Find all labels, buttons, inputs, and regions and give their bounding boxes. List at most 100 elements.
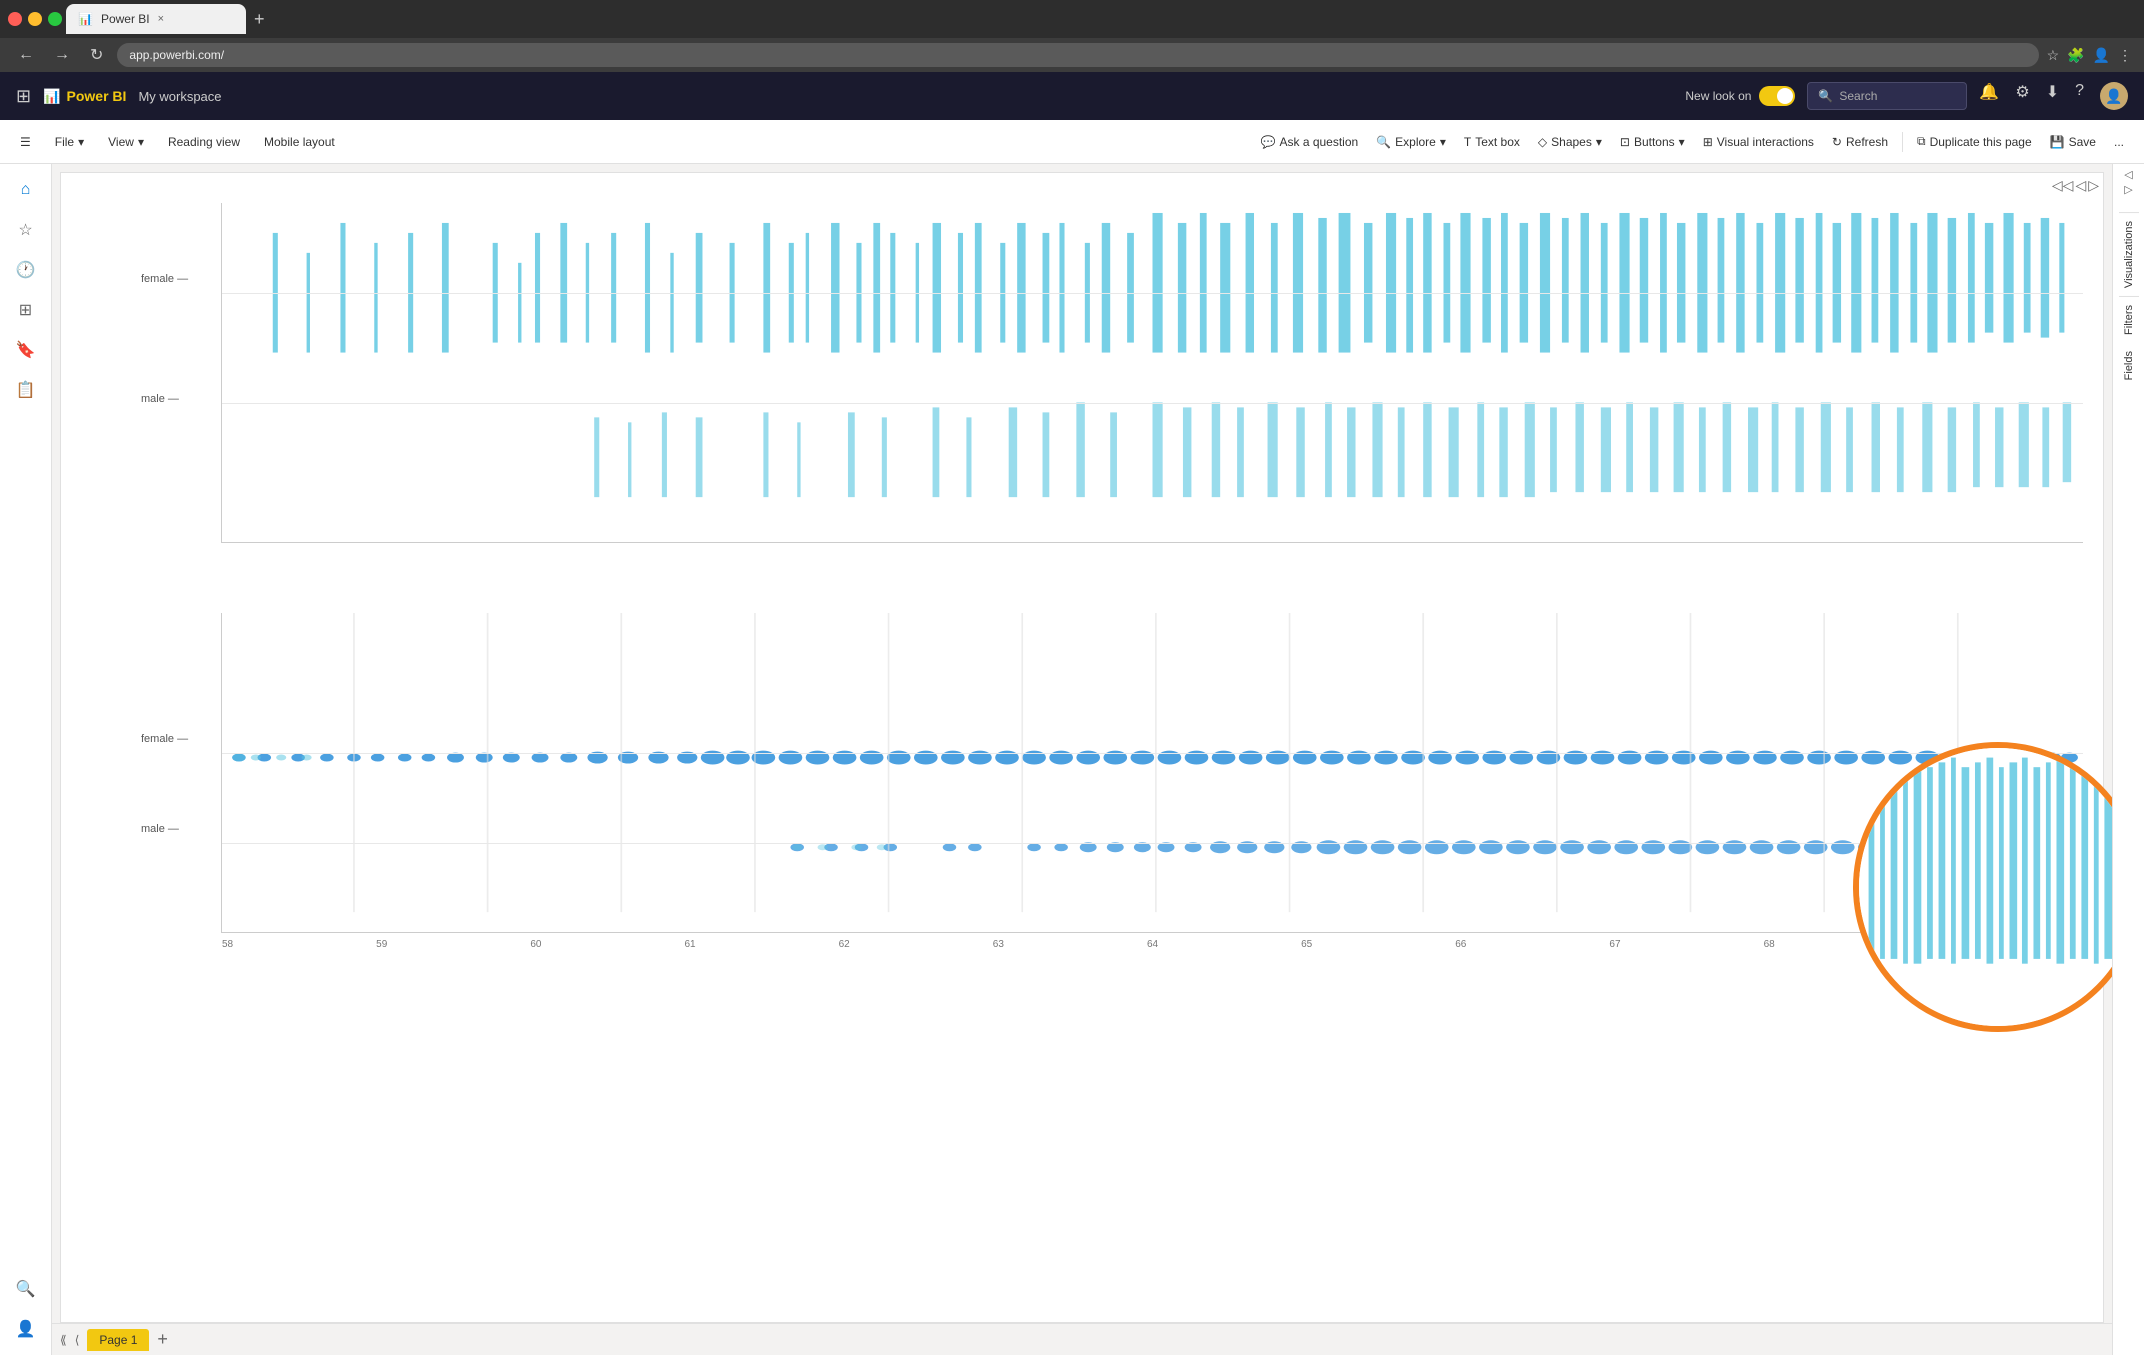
shapes-label: Shapes [1551, 135, 1592, 149]
notifications-icon[interactable]: 🔔 [1979, 82, 1999, 110]
more-options-icon[interactable]: ⋮ [2118, 47, 2132, 64]
active-tab[interactable]: 📊 Power BI × [66, 4, 246, 34]
panel-nav-right[interactable]: ▷ [2124, 183, 2132, 196]
bottom-x-label-68: 68 [1764, 939, 1775, 950]
user-avatar[interactable]: 👤 [2100, 82, 2128, 110]
search-icon: 🔍 [1818, 89, 1833, 103]
sidebar-item-favorites[interactable]: ☆ [8, 212, 44, 248]
tab-favicon: 📊 [78, 12, 93, 26]
new-tab-button[interactable]: + [250, 5, 269, 34]
learn-icon: 🔖 [16, 340, 36, 360]
search-placeholder: Search [1839, 89, 1877, 103]
hamburger-icon: ☰ [20, 135, 31, 149]
new-look-switch[interactable] [1759, 86, 1795, 106]
toolbar: ☰ File ▾ View ▾ Reading view Mobile layo… [0, 120, 2144, 164]
sidebar-item-home[interactable]: ⌂ [8, 172, 44, 208]
visualizations-tab[interactable]: Visualizations [2119, 212, 2139, 296]
visual-interactions-label: Visual interactions [1717, 135, 1814, 149]
page-nav-first[interactable]: ⟪ [60, 1333, 67, 1347]
text-box-icon: T [1464, 135, 1471, 149]
bottom-x-label-65: 65 [1301, 939, 1312, 950]
sidebar-item-apps[interactable]: ⊞ [8, 292, 44, 328]
ask-question-icon: 💬 [1261, 135, 1276, 149]
toolbar-divider [1902, 132, 1903, 152]
reading-view-button[interactable]: Reading view [160, 131, 248, 153]
view-label: View [108, 135, 134, 149]
sidebar-item-recent[interactable]: 🕐 [8, 252, 44, 288]
shapes-button[interactable]: ◇ Shapes ▾ [1530, 131, 1610, 153]
traffic-light-red[interactable] [8, 12, 22, 26]
nav-arrow-left[interactable]: ◁ [2075, 177, 2086, 194]
page-nav-prev[interactable]: ⟨ [75, 1333, 80, 1347]
canvas-nav-arrows: ◁◁ ◁ ▷ [2052, 177, 2099, 194]
refresh-button[interactable]: ↻ Refresh [1824, 131, 1896, 153]
top-chart: female — male — [141, 193, 2083, 573]
powerbi-icon: 📊 [43, 88, 60, 105]
duplicate-page-button[interactable]: ⧉ Duplicate this page [1909, 130, 2040, 153]
workspace-label[interactable]: My workspace [138, 89, 221, 104]
extension-icon-1[interactable]: 🧩 [2067, 47, 2084, 64]
bottom-grid-line-2 [222, 843, 2083, 844]
nav-arrow-right[interactable]: ▷ [2088, 177, 2099, 194]
waffle-menu-icon[interactable]: ⊞ [16, 86, 31, 107]
page-tab-1[interactable]: Page 1 [87, 1329, 149, 1351]
top-chart-svg [222, 203, 2083, 542]
more-options-button[interactable]: ... [2106, 131, 2132, 153]
bookmark-icon[interactable]: ☆ [2047, 47, 2060, 64]
toolbar-right: 💬 Ask a question 🔍 Explore ▾ T Text box … [1253, 130, 2132, 153]
bottom-chart-x-axis: 58 59 60 61 62 63 64 65 66 67 68 69 70 [222, 939, 2083, 950]
file-menu[interactable]: File ▾ [47, 131, 92, 153]
sidebar-search-icon: 🔍 [16, 1279, 36, 1299]
download-icon[interactable]: ⬇ [2046, 82, 2059, 110]
duplicate-icon: ⧉ [1917, 134, 1926, 149]
bottom-x-label-67: 67 [1609, 939, 1620, 950]
sidebar-item-learn[interactable]: 🔖 [8, 332, 44, 368]
mobile-layout-button[interactable]: Mobile layout [256, 131, 343, 153]
sidebar-item-user[interactable]: 👤 [8, 1311, 44, 1347]
home-icon: ⌂ [21, 181, 31, 199]
buttons-icon: ⊡ [1620, 135, 1630, 149]
bottom-grid-line-1 [222, 753, 2083, 754]
sidebar-item-workspaces[interactable]: 📋 [8, 372, 44, 408]
text-box-button[interactable]: T Text box [1456, 131, 1528, 153]
settings-icon[interactable]: ⚙ [2015, 82, 2029, 110]
save-button[interactable]: 💾 Save [2042, 131, 2104, 153]
buttons-chevron-icon: ▾ [1679, 135, 1685, 149]
top-chart-area: 58 59 60 61 62 63 64 65 66 67 68 69 70 7… [221, 203, 2083, 543]
explore-button[interactable]: 🔍 Explore ▾ [1368, 131, 1454, 153]
add-page-button[interactable]: + [157, 1329, 168, 1350]
tab-close-button[interactable]: × [158, 13, 164, 25]
grid-line-1 [222, 293, 2083, 294]
buttons-menu[interactable]: ⊡ Buttons ▾ [1612, 131, 1693, 153]
panel-nav-left[interactable]: ◁ [2124, 168, 2132, 181]
tab-title: Power BI [101, 12, 150, 26]
magnifier-svg [1859, 748, 2112, 1026]
ask-question-button[interactable]: 💬 Ask a question [1253, 131, 1367, 153]
view-menu[interactable]: View ▾ [100, 131, 152, 153]
right-panel: ◁ ▷ Visualizations Filters Fields [2112, 164, 2144, 1355]
sidebar-item-search[interactable]: 🔍 [8, 1271, 44, 1307]
top-chart-female-label: female — [141, 273, 188, 285]
traffic-light-green[interactable] [48, 12, 62, 26]
hamburger-button[interactable]: ☰ [12, 131, 39, 153]
help-icon[interactable]: ? [2075, 82, 2084, 110]
filters-tab[interactable]: Filters [2119, 296, 2139, 343]
bottom-x-label-62: 62 [839, 939, 850, 950]
app-bar-icons: 🔔 ⚙ ⬇ ? 👤 [1979, 82, 2128, 110]
view-chevron-icon: ▾ [138, 135, 144, 149]
shapes-chevron-icon: ▾ [1596, 135, 1602, 149]
traffic-light-yellow[interactable] [28, 12, 42, 26]
profile-icon[interactable]: 👤 [2093, 47, 2110, 64]
toggle-knob [1777, 88, 1793, 104]
search-box[interactable]: 🔍 Search [1807, 82, 1967, 110]
reload-button[interactable]: ↻ [84, 43, 109, 67]
back-button[interactable]: ← [12, 44, 40, 66]
fields-tab[interactable]: Fields [2119, 343, 2139, 388]
new-look-toggle[interactable]: New look on [1685, 86, 1795, 106]
address-bar[interactable]: app.powerbi.com/ [117, 43, 2038, 67]
explore-chevron-icon: ▾ [1440, 135, 1446, 149]
bottom-x-label-60: 60 [530, 939, 541, 950]
nav-arrow-left-left[interactable]: ◁◁ [2052, 177, 2074, 194]
forward-button[interactable]: → [48, 44, 76, 66]
visual-interactions-button[interactable]: ⊞ Visual interactions [1695, 131, 1822, 153]
